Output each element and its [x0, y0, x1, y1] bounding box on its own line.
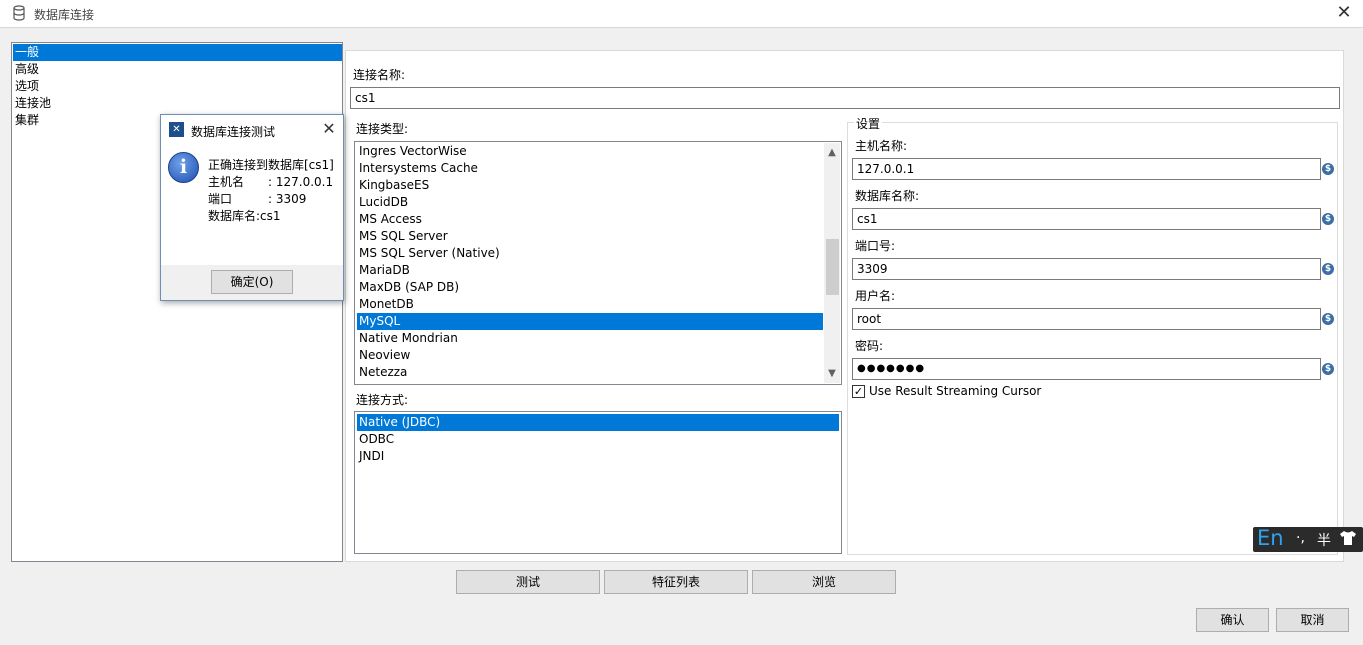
list-item[interactable]: MaxDB (SAP DB) [357, 279, 823, 296]
username-input[interactable]: root [852, 308, 1321, 330]
dialog-host-line: 主机名 : 127.0.0.1 [208, 175, 334, 189]
general-panel: 连接名称: cs1 连接类型: Ingres VectorWise Inters… [345, 50, 1344, 562]
variable-icon[interactable]: $ [1322, 363, 1334, 375]
scrollbar-thumb[interactable] [826, 239, 839, 295]
list-item[interactable]: LucidDB [357, 194, 823, 211]
tools-icon: ✕ [169, 122, 184, 137]
test-button[interactable]: 测试 [456, 570, 600, 594]
title-bar: 数据库连接 ✕ [0, 0, 1363, 28]
ime-punctuation[interactable]: ·, [1296, 530, 1305, 546]
nav-item-pooling[interactable]: 连接池 [13, 95, 342, 112]
list-item[interactable]: Ingres VectorWise [357, 143, 823, 160]
tshirt-icon[interactable] [1339, 530, 1357, 546]
dialog-close-icon[interactable]: ✕ [319, 119, 339, 138]
port-label: 端口号: [855, 239, 896, 253]
cancel-button[interactable]: 取消 [1276, 608, 1349, 632]
ime-mode[interactable]: En [1257, 526, 1284, 550]
close-icon[interactable]: ✕ [1326, 0, 1362, 26]
dialog-message: 正确连接到数据库[cs1] [208, 158, 334, 172]
dialog-port-line: 端口 : 3309 [208, 192, 307, 206]
variable-icon[interactable]: $ [1322, 163, 1334, 175]
scroll-up-icon[interactable]: ▲ [824, 144, 840, 161]
scroll-down-icon[interactable]: ▼ [824, 365, 840, 382]
connection-type-label: 连接类型: [356, 122, 409, 136]
ime-width[interactable]: 半 [1317, 530, 1331, 550]
access-method-list[interactable]: Native (JDBC) ODBC JNDI [354, 411, 842, 554]
dialog-ok-button[interactable]: 确定(O) [211, 270, 293, 294]
connection-type-list[interactable]: Ingres VectorWise Intersystems Cache Kin… [354, 141, 842, 385]
connection-test-dialog: ✕ 数据库连接测试 ✕ i 正确连接到数据库[cs1] 主机名 : 127.0.… [160, 114, 344, 301]
database-name-label: 数据库名称: [855, 189, 920, 203]
username-label: 用户名: [855, 289, 896, 303]
database-icon [13, 5, 25, 21]
access-method-label: 连接方式: [356, 393, 409, 407]
list-item-selected[interactable]: Native (JDBC) [357, 414, 839, 431]
window-title: 数据库连接 [34, 8, 95, 22]
ok-button[interactable]: 确认 [1196, 608, 1269, 632]
list-item[interactable]: Intersystems Cache [357, 160, 823, 177]
nav-item-options[interactable]: 选项 [13, 78, 342, 95]
password-input[interactable]: ●●●●●●● [852, 358, 1321, 380]
settings-group: 设置 主机名称: 127.0.0.1 $ 数据库名称: cs1 $ 端口号: 3… [847, 115, 1338, 555]
hostname-label: 主机名称: [855, 139, 908, 153]
list-item[interactable]: ODBC [357, 431, 839, 448]
explore-button[interactable]: 浏览 [752, 570, 896, 594]
info-icon: i [168, 152, 199, 183]
list-item[interactable]: MS Access [357, 211, 823, 228]
dialog-footer: 确定(O) [161, 265, 343, 300]
hostname-input[interactable]: 127.0.0.1 [852, 158, 1321, 180]
list-item[interactable]: Native Mondrian [357, 330, 823, 347]
streaming-cursor-checkbox[interactable]: ✓ [852, 385, 865, 398]
password-label: 密码: [855, 339, 884, 353]
list-item[interactable]: Neoview [357, 347, 823, 364]
dialog-title-bar: ✕ 数据库连接测试 ✕ [161, 115, 343, 143]
variable-icon[interactable]: $ [1322, 313, 1334, 325]
list-item[interactable]: KingbaseES [357, 177, 823, 194]
list-item[interactable]: MS SQL Server (Native) [357, 245, 823, 262]
settings-legend: 设置 [854, 115, 883, 132]
dialog-title: 数据库连接测试 [191, 125, 276, 139]
variable-icon[interactable]: $ [1322, 263, 1334, 275]
variable-icon[interactable]: $ [1322, 213, 1334, 225]
feature-list-button[interactable]: 特征列表 [604, 570, 748, 594]
ime-toolbar[interactable]: En ·, 半 [1253, 526, 1363, 552]
database-name-input[interactable]: cs1 [852, 208, 1321, 230]
list-item[interactable]: Netezza [357, 364, 823, 381]
list-item-selected[interactable]: MySQL [357, 313, 823, 330]
list-item[interactable]: MariaDB [357, 262, 823, 279]
list-item[interactable]: MS SQL Server [357, 228, 823, 245]
list-item[interactable]: JNDI [357, 448, 839, 465]
port-input[interactable]: 3309 [852, 258, 1321, 280]
vertical-scrollbar[interactable]: ▲ ▼ [824, 143, 840, 383]
list-item[interactable]: MonetDB [357, 296, 823, 313]
streaming-cursor-label[interactable]: Use Result Streaming Cursor [869, 384, 1041, 398]
nav-item-advanced[interactable]: 高级 [13, 61, 342, 78]
connection-name-label: 连接名称: [353, 68, 406, 82]
dialog-database-line: 数据库名:cs1 [208, 209, 281, 223]
connection-name-input[interactable]: cs1 [350, 87, 1340, 109]
nav-item-general[interactable]: 一般 [13, 44, 342, 61]
